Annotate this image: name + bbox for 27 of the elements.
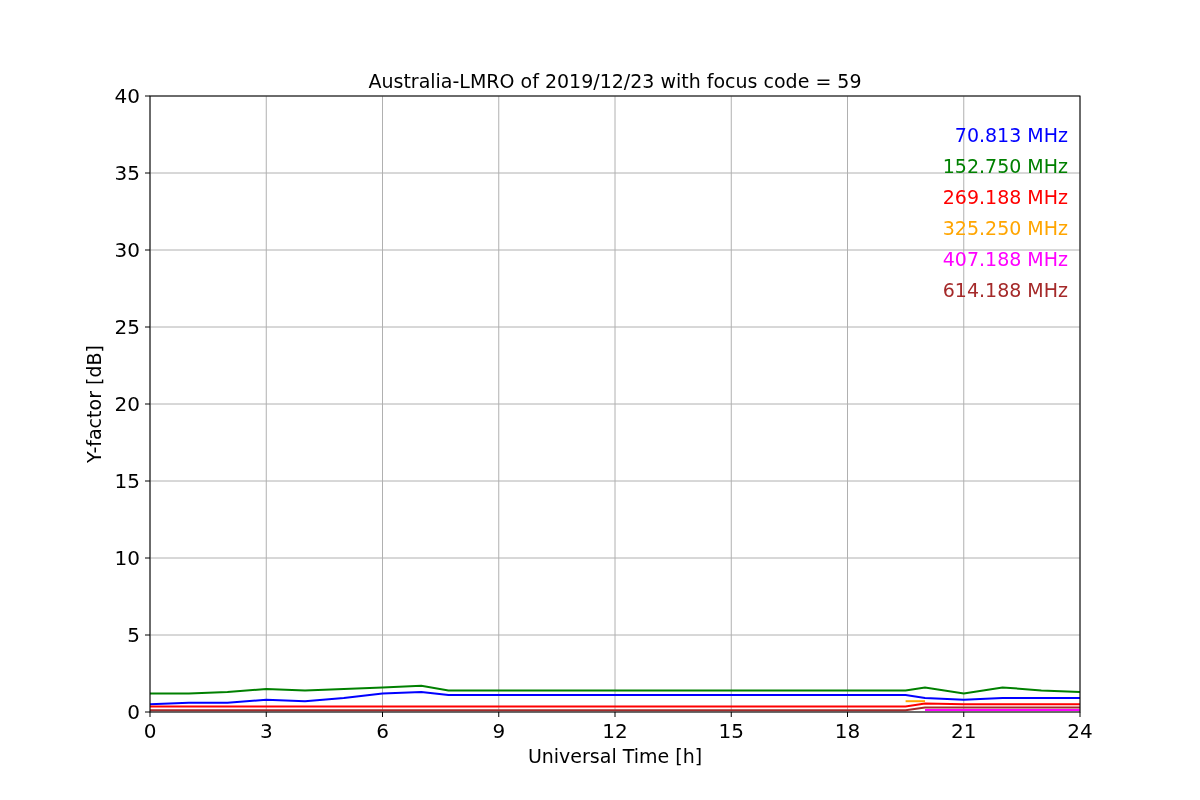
series-label: 70.813 MHz <box>954 124 1068 146</box>
x-tick-label: 3 <box>259 719 273 743</box>
y-tick-label: 20 <box>114 392 140 416</box>
x-tick-label: 15 <box>718 719 744 743</box>
x-axis-label: Universal Time [h] <box>527 745 703 767</box>
x-tick-label: 21 <box>951 719 977 743</box>
y-tick-label: 25 <box>114 315 140 339</box>
series-label: 614.188 MHz <box>942 279 1068 301</box>
x-tick-label: 12 <box>602 719 628 743</box>
y-tick-label: 40 <box>114 84 140 108</box>
x-tick-label: 0 <box>143 719 157 743</box>
y-tick-label: 15 <box>114 469 140 493</box>
series-label: 325.250 MHz <box>942 217 1068 239</box>
y-tick-label: 5 <box>127 623 140 647</box>
y-tick-label: 35 <box>114 161 140 185</box>
y-tick-label: 10 <box>114 546 140 570</box>
series-label: 152.750 MHz <box>942 155 1068 177</box>
series-label: 269.188 MHz <box>942 186 1068 208</box>
x-tick-label: 6 <box>376 719 389 743</box>
y-tick-label: 30 <box>114 238 140 262</box>
x-tick-label: 18 <box>834 719 861 743</box>
x-tick-label: 24 <box>1067 719 1093 743</box>
x-tick-label: 9 <box>492 719 506 743</box>
chart-title: Australia-LMRO of 2019/12/23 with focus code = 59 <box>368 70 862 92</box>
series-label: 407.188 MHz <box>942 248 1068 270</box>
y-tick-label: 0 <box>127 700 140 724</box>
y-axis-label: Y-factor [dB] <box>83 345 105 463</box>
